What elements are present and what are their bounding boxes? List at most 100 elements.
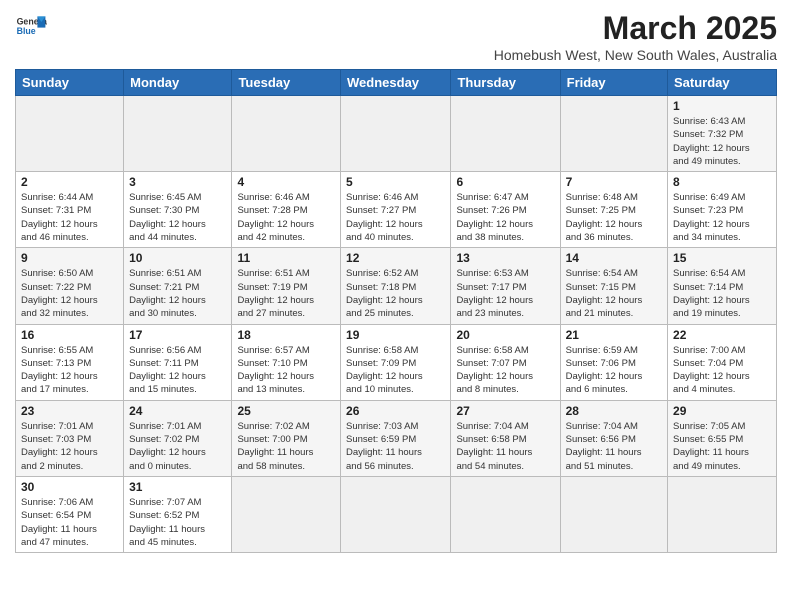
calendar-cell: 29 Sunrise: 7:05 AM Sunset: 6:55 PM Dayli…: [668, 400, 777, 476]
calendar-cell: 26 Sunrise: 7:03 AM Sunset: 6:59 PM Dayli…: [341, 400, 451, 476]
main-title: March 2025: [494, 10, 777, 47]
day-number: 23: [21, 404, 118, 418]
day-info: Sunrise: 6:55 AM Sunset: 7:13 PM Dayligh…: [21, 344, 118, 397]
day-info: Sunrise: 6:43 AM Sunset: 7:32 PM Dayligh…: [673, 115, 771, 168]
day-number: 3: [129, 175, 226, 189]
day-info: Sunrise: 6:49 AM Sunset: 7:23 PM Dayligh…: [673, 191, 771, 244]
day-info: Sunrise: 6:56 AM Sunset: 7:11 PM Dayligh…: [129, 344, 226, 397]
calendar-cell: 9 Sunrise: 6:50 AM Sunset: 7:22 PM Daylig…: [16, 248, 124, 324]
day-number: 28: [566, 404, 662, 418]
calendar-cell: 1Sunrise: 6:43 AM Sunset: 7:32 PM Daylig…: [668, 96, 777, 172]
calendar-cell: 21Sunrise: 6:59 AM Sunset: 7:06 PM Dayli…: [560, 324, 667, 400]
day-info: Sunrise: 6:58 AM Sunset: 7:07 PM Dayligh…: [456, 344, 554, 397]
day-info: Sunrise: 7:01 AM Sunset: 7:03 PM Dayligh…: [21, 420, 118, 473]
header-cell-sunday: Sunday: [16, 70, 124, 96]
day-info: Sunrise: 7:03 AM Sunset: 6:59 PM Dayligh…: [346, 420, 445, 473]
calendar-week-2: 9 Sunrise: 6:50 AM Sunset: 7:22 PM Daylig…: [16, 248, 777, 324]
calendar-cell: 31 Sunrise: 7:07 AM Sunset: 6:52 PM Dayli…: [124, 476, 232, 552]
calendar-cell: 23 Sunrise: 7:01 AM Sunset: 7:03 PM Dayli…: [16, 400, 124, 476]
title-area: March 2025 Homebush West, New South Wale…: [494, 10, 777, 63]
day-number: 5: [346, 175, 445, 189]
day-number: 6: [456, 175, 554, 189]
day-number: 19: [346, 328, 445, 342]
day-info: Sunrise: 6:45 AM Sunset: 7:30 PM Dayligh…: [129, 191, 226, 244]
calendar-cell: [232, 96, 341, 172]
day-info: Sunrise: 6:44 AM Sunset: 7:31 PM Dayligh…: [21, 191, 118, 244]
day-info: Sunrise: 6:57 AM Sunset: 7:10 PM Dayligh…: [237, 344, 335, 397]
day-info: Sunrise: 6:50 AM Sunset: 7:22 PM Dayligh…: [21, 267, 118, 320]
calendar-week-5: 30Sunrise: 7:06 AM Sunset: 6:54 PM Dayli…: [16, 476, 777, 552]
day-info: Sunrise: 7:07 AM Sunset: 6:52 PM Dayligh…: [129, 496, 226, 549]
calendar-cell: [560, 96, 667, 172]
logo: General Blue: [15, 10, 47, 42]
calendar-cell: 20Sunrise: 6:58 AM Sunset: 7:07 PM Dayli…: [451, 324, 560, 400]
day-info: Sunrise: 7:04 AM Sunset: 6:56 PM Dayligh…: [566, 420, 662, 473]
calendar-cell: 8Sunrise: 6:49 AM Sunset: 7:23 PM Daylig…: [668, 172, 777, 248]
day-number: 11: [237, 251, 335, 265]
day-info: Sunrise: 7:05 AM Sunset: 6:55 PM Dayligh…: [673, 420, 771, 473]
calendar-cell: 18 Sunrise: 6:57 AM Sunset: 7:10 PM Dayli…: [232, 324, 341, 400]
day-number: 29: [673, 404, 771, 418]
calendar-cell: [124, 96, 232, 172]
header-cell-wednesday: Wednesday: [341, 70, 451, 96]
calendar-body: 1Sunrise: 6:43 AM Sunset: 7:32 PM Daylig…: [16, 96, 777, 553]
calendar-cell: 14Sunrise: 6:54 AM Sunset: 7:15 PM Dayli…: [560, 248, 667, 324]
day-info: Sunrise: 6:48 AM Sunset: 7:25 PM Dayligh…: [566, 191, 662, 244]
day-info: Sunrise: 6:58 AM Sunset: 7:09 PM Dayligh…: [346, 344, 445, 397]
calendar-cell: 2 Sunrise: 6:44 AM Sunset: 7:31 PM Daylig…: [16, 172, 124, 248]
day-number: 27: [456, 404, 554, 418]
calendar-week-3: 16 Sunrise: 6:55 AM Sunset: 7:13 PM Dayli…: [16, 324, 777, 400]
header-row: SundayMondayTuesdayWednesdayThursdayFrid…: [16, 70, 777, 96]
header: General Blue March 2025 Homebush West, N…: [15, 10, 777, 63]
day-info: Sunrise: 7:06 AM Sunset: 6:54 PM Dayligh…: [21, 496, 118, 549]
calendar-cell: 6 Sunrise: 6:47 AM Sunset: 7:26 PM Daylig…: [451, 172, 560, 248]
calendar-week-1: 2 Sunrise: 6:44 AM Sunset: 7:31 PM Daylig…: [16, 172, 777, 248]
calendar-cell: 13Sunrise: 6:53 AM Sunset: 7:17 PM Dayli…: [451, 248, 560, 324]
day-number: 16: [21, 328, 118, 342]
day-info: Sunrise: 7:01 AM Sunset: 7:02 PM Dayligh…: [129, 420, 226, 473]
header-cell-monday: Monday: [124, 70, 232, 96]
calendar-header: SundayMondayTuesdayWednesdayThursdayFrid…: [16, 70, 777, 96]
header-cell-tuesday: Tuesday: [232, 70, 341, 96]
day-number: 7: [566, 175, 662, 189]
day-number: 24: [129, 404, 226, 418]
calendar-cell: 24 Sunrise: 7:01 AM Sunset: 7:02 PM Dayli…: [124, 400, 232, 476]
day-number: 9: [21, 251, 118, 265]
calendar-cell: 3 Sunrise: 6:45 AM Sunset: 7:30 PM Daylig…: [124, 172, 232, 248]
header-cell-thursday: Thursday: [451, 70, 560, 96]
calendar-cell: 4Sunrise: 6:46 AM Sunset: 7:28 PM Daylig…: [232, 172, 341, 248]
day-number: 13: [456, 251, 554, 265]
day-info: Sunrise: 6:51 AM Sunset: 7:21 PM Dayligh…: [129, 267, 226, 320]
day-info: Sunrise: 6:51 AM Sunset: 7:19 PM Dayligh…: [237, 267, 335, 320]
calendar-cell: 17 Sunrise: 6:56 AM Sunset: 7:11 PM Dayli…: [124, 324, 232, 400]
day-info: Sunrise: 7:02 AM Sunset: 7:00 PM Dayligh…: [237, 420, 335, 473]
calendar-cell: [232, 476, 341, 552]
calendar-cell: 28 Sunrise: 7:04 AM Sunset: 6:56 PM Dayli…: [560, 400, 667, 476]
calendar-cell: [341, 96, 451, 172]
calendar-cell: 10Sunrise: 6:51 AM Sunset: 7:21 PM Dayli…: [124, 248, 232, 324]
day-number: 2: [21, 175, 118, 189]
svg-text:Blue: Blue: [17, 26, 36, 36]
day-number: 14: [566, 251, 662, 265]
calendar-cell: [560, 476, 667, 552]
calendar-cell: 19 Sunrise: 6:58 AM Sunset: 7:09 PM Dayli…: [341, 324, 451, 400]
day-number: 18: [237, 328, 335, 342]
calendar-cell: 5 Sunrise: 6:46 AM Sunset: 7:27 PM Daylig…: [341, 172, 451, 248]
calendar-cell: 12Sunrise: 6:52 AM Sunset: 7:18 PM Dayli…: [341, 248, 451, 324]
day-number: 26: [346, 404, 445, 418]
calendar-week-0: 1Sunrise: 6:43 AM Sunset: 7:32 PM Daylig…: [16, 96, 777, 172]
calendar-week-4: 23 Sunrise: 7:01 AM Sunset: 7:03 PM Dayli…: [16, 400, 777, 476]
calendar-cell: 11 Sunrise: 6:51 AM Sunset: 7:19 PM Dayli…: [232, 248, 341, 324]
calendar-cell: [451, 96, 560, 172]
day-number: 17: [129, 328, 226, 342]
day-info: Sunrise: 6:59 AM Sunset: 7:06 PM Dayligh…: [566, 344, 662, 397]
day-number: 31: [129, 480, 226, 494]
subtitle: Homebush West, New South Wales, Australi…: [494, 47, 777, 63]
calendar-cell: [451, 476, 560, 552]
logo-icon: General Blue: [15, 10, 47, 42]
day-info: Sunrise: 6:46 AM Sunset: 7:27 PM Dayligh…: [346, 191, 445, 244]
day-info: Sunrise: 7:00 AM Sunset: 7:04 PM Dayligh…: [673, 344, 771, 397]
day-number: 22: [673, 328, 771, 342]
day-number: 12: [346, 251, 445, 265]
day-info: Sunrise: 6:47 AM Sunset: 7:26 PM Dayligh…: [456, 191, 554, 244]
